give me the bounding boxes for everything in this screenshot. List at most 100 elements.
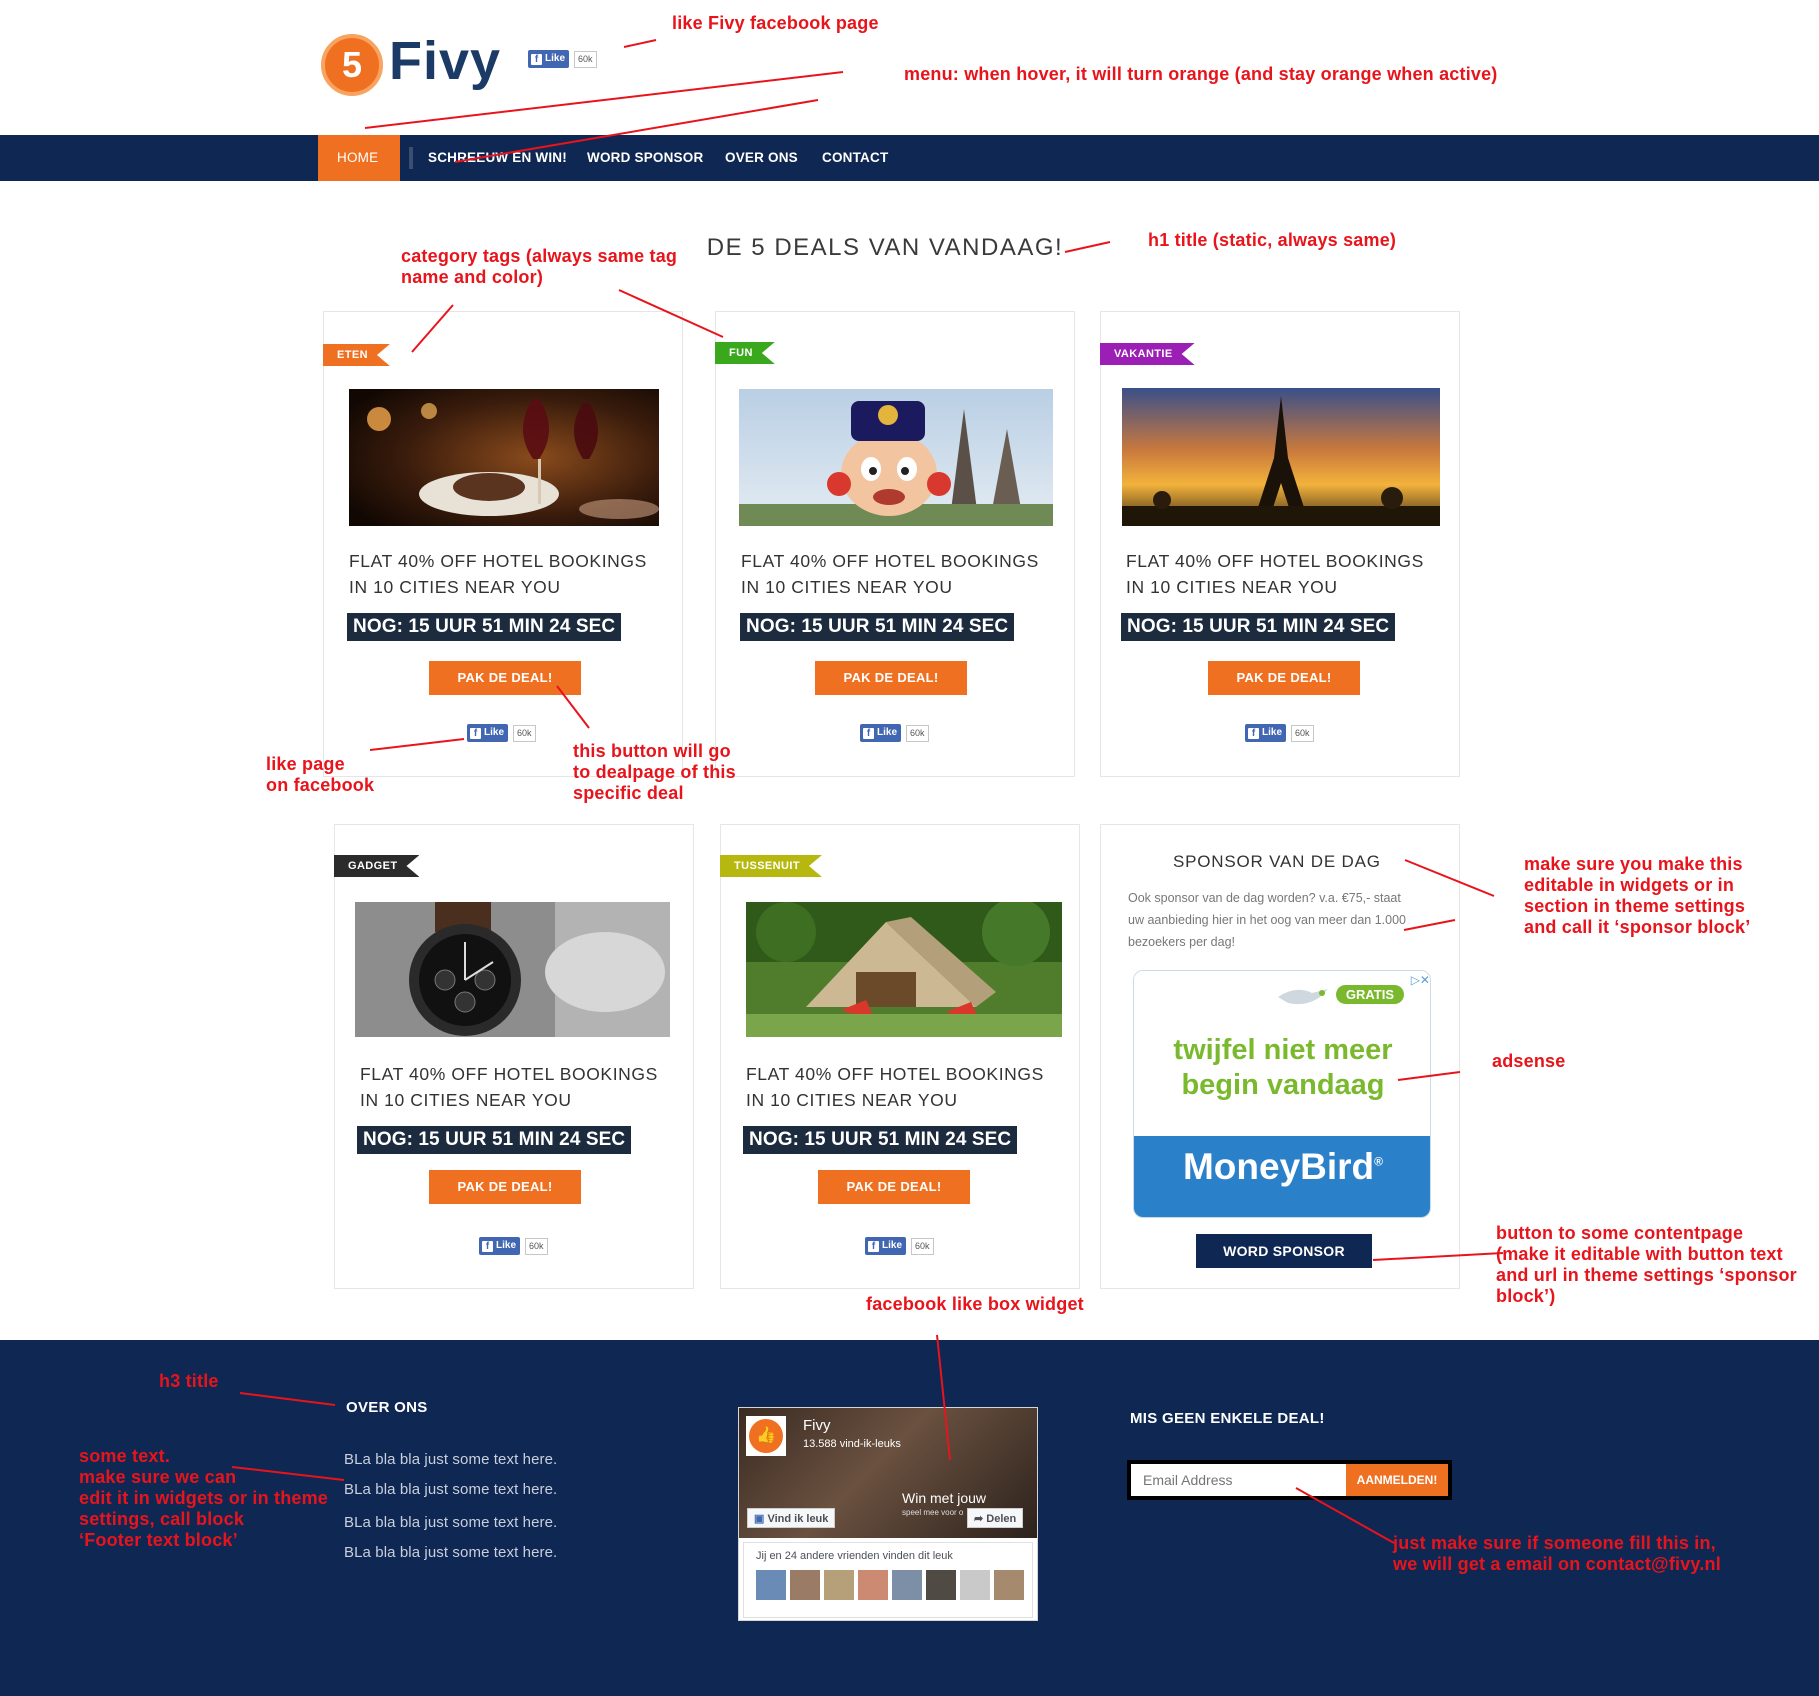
- nav-item-contact[interactable]: CONTACT: [822, 135, 888, 181]
- fb-like-button[interactable]: f Like: [860, 724, 902, 742]
- email-input[interactable]: [1131, 1464, 1346, 1496]
- deal-fb-like[interactable]: f Like 60k: [479, 1237, 548, 1255]
- friend-avatar[interactable]: [960, 1570, 990, 1600]
- deal-title-line: FLAT 40% OFF HOTEL BOOKINGS: [1126, 551, 1424, 571]
- friend-avatar[interactable]: [858, 1570, 888, 1600]
- friend-avatar[interactable]: [756, 1570, 786, 1600]
- sponsor-text-line: Ook sponsor van de dag worden? v.a. €75,…: [1128, 891, 1401, 905]
- annotation-line: edit it in widgets or in theme: [79, 1488, 329, 1508]
- deal-title: FLAT 40% OFF HOTEL BOOKINGS IN 10 CITIES …: [349, 548, 647, 600]
- ad-choices-icon[interactable]: ▷✕: [1411, 973, 1430, 987]
- annotation-line: (make it editable with button text: [1496, 1244, 1783, 1264]
- annotation-line: settings, call block: [79, 1509, 245, 1529]
- fb-like-label: Like: [545, 53, 566, 64]
- deal-title-line: IN 10 CITIES NEAR YOU: [349, 577, 561, 597]
- category-tag[interactable]: VAKANTIE: [1100, 343, 1195, 365]
- annotation-line: this button will go: [573, 741, 731, 761]
- deal-card: [334, 824, 694, 1289]
- deal-title: FLAT 40% OFF HOTEL BOOKINGS IN 10 CITIES …: [1126, 548, 1424, 600]
- annotation-line: we will get a email on contact@fivy.nl: [1393, 1554, 1721, 1574]
- deal-image-watch[interactable]: [355, 902, 670, 1037]
- fb-like-button[interactable]: f Like: [528, 50, 570, 68]
- fb-vind-ik-leuk-button[interactable]: ▣ Vind ik leuk: [747, 1508, 836, 1528]
- deal-title-line: FLAT 40% OFF HOTEL BOOKINGS: [360, 1064, 658, 1084]
- annotation-h3: h3 title: [159, 1371, 219, 1391]
- fb-like-button[interactable]: f Like: [479, 1237, 521, 1255]
- logo-icon[interactable]: 5: [321, 34, 383, 96]
- fb-like-button[interactable]: f Like: [1245, 724, 1287, 742]
- pak-de-deal-button[interactable]: PAK DE DEAL!: [818, 1170, 970, 1204]
- friend-avatar[interactable]: [994, 1570, 1024, 1600]
- friend-avatar[interactable]: [824, 1570, 854, 1600]
- deal-title-line: IN 10 CITIES NEAR YOU: [1126, 577, 1338, 597]
- footer-text-line: BLa bla bla just some text here.: [344, 1451, 558, 1468]
- deal-title: FLAT 40% OFF HOTEL BOOKINGS IN 10 CITIES …: [746, 1061, 1044, 1113]
- annotation-adsense: adsense: [1492, 1051, 1566, 1071]
- deal-fb-like[interactable]: f Like 60k: [860, 724, 929, 742]
- deal-fb-like[interactable]: f Like 60k: [1245, 724, 1314, 742]
- header-fb-like[interactable]: f Like 60k: [528, 50, 597, 68]
- deal-card: [323, 311, 683, 777]
- pak-de-deal-button[interactable]: PAK DE DEAL!: [1208, 661, 1360, 695]
- annotation-category: category tags (always same tag name and c…: [401, 246, 677, 288]
- fb-page-name[interactable]: Fivy: [803, 1417, 831, 1434]
- deal-title: FLAT 40% OFF HOTEL BOOKINGS IN 10 CITIES …: [360, 1061, 658, 1113]
- fb-like-button[interactable]: f Like: [467, 724, 509, 742]
- fb-friends-avatars: [756, 1570, 1024, 1600]
- nav-divider: [409, 147, 413, 169]
- pak-de-deal-button[interactable]: PAK DE DEAL!: [429, 661, 581, 695]
- word-sponsor-button[interactable]: WORD SPONSOR: [1196, 1234, 1372, 1268]
- category-tag[interactable]: TUSSENUIT: [720, 855, 822, 877]
- annotation-menu: menu: when hover, it will turn orange (a…: [904, 64, 1498, 84]
- ad-registered-mark: ®: [1374, 1154, 1384, 1169]
- fb-like-count: 60k: [911, 1237, 934, 1255]
- facebook-icon: f: [470, 727, 481, 739]
- nav-item-over-ons[interactable]: OVER ONS: [725, 135, 798, 181]
- nav-item-schreeuw-en-win[interactable]: SCHREEUW EN WIN!: [428, 135, 567, 181]
- newsletter-title: MIS GEEN ENKELE DEAL!: [1130, 1410, 1325, 1427]
- pak-de-deal-button[interactable]: PAK DE DEAL!: [429, 1170, 581, 1204]
- fb-like-count: 60k: [574, 50, 597, 68]
- ad-headline: twijfel niet meer begin vandaag: [1134, 1033, 1430, 1103]
- deal-title-line: IN 10 CITIES NEAR YOU: [360, 1090, 572, 1110]
- fb-delen-button[interactable]: ➦ Delen: [967, 1508, 1024, 1528]
- friend-avatar[interactable]: [926, 1570, 956, 1600]
- nav-item-home[interactable]: HOME: [318, 135, 400, 181]
- bird-icon: [1278, 989, 1328, 1005]
- facebook-like-box[interactable]: 👍 Fivy 13.588 vind-ik-leuks Win met jouw…: [738, 1407, 1038, 1621]
- friend-avatar[interactable]: [892, 1570, 922, 1600]
- nav-item-word-sponsor[interactable]: WORD SPONSOR: [587, 135, 703, 181]
- pak-de-deal-button[interactable]: PAK DE DEAL!: [815, 661, 967, 695]
- annotation-fb-box: facebook like box widget: [866, 1294, 1084, 1314]
- page: 5 Fivy f Like 60k HOME SCHREEUW EN WIN! W…: [0, 0, 1819, 1696]
- ad-brand: MoneyBird®: [1134, 1146, 1430, 1188]
- fb-like-label: Like: [484, 727, 505, 738]
- countdown-timer: NOG: 15 UUR 51 MIN 24 SEC: [347, 613, 622, 641]
- footer-text-line: BLa bla bla just some text here.: [344, 1481, 558, 1498]
- deal-image-paris[interactable]: [1122, 388, 1440, 526]
- deal-title-line: FLAT 40% OFF HOTEL BOOKINGS: [741, 551, 1039, 571]
- deal-image-dinner[interactable]: [349, 389, 659, 526]
- annotation-line: make sure we can: [79, 1467, 237, 1487]
- deal-fb-like[interactable]: f Like 60k: [467, 724, 536, 742]
- fb-page-avatar[interactable]: 👍: [746, 1416, 786, 1456]
- annotation-like-fivy: like Fivy facebook page: [672, 13, 879, 33]
- fb-cover-subtext: speel mee voor o: [902, 1508, 964, 1517]
- friend-avatar[interactable]: [790, 1570, 820, 1600]
- fb-like-button-label: Vind ik leuk: [767, 1513, 829, 1525]
- annotation-line: section in theme settings: [1524, 896, 1746, 916]
- ad-gratis-badge: GRATIS: [1335, 985, 1404, 1004]
- logo-text[interactable]: Fivy: [389, 30, 501, 92]
- countdown-timer: NOG: 15 UUR 51 MIN 24 SEC: [743, 1126, 1018, 1154]
- annotation-button: this button will go to dealpage of this sp…: [573, 741, 736, 804]
- deal-image-tent[interactable]: [746, 902, 1062, 1037]
- adsense-banner[interactable]: GRATIS twijfel niet meer begin vandaag ▷✕…: [1133, 970, 1431, 1218]
- fb-like-button[interactable]: f Like: [865, 1237, 907, 1255]
- deal-fb-like[interactable]: f Like 60k: [865, 1237, 934, 1255]
- fb-cover-text: Win met jouw: [902, 1490, 987, 1506]
- deal-image-mascot[interactable]: [739, 389, 1053, 526]
- annotation-line: just make sure if someone fill this in,: [1393, 1533, 1716, 1553]
- fb-share-button-label: Delen: [986, 1513, 1017, 1525]
- aanmelden-button[interactable]: AANMELDEN!: [1346, 1464, 1448, 1496]
- annotation-line: and url in theme settings ‘sponsor: [1496, 1265, 1797, 1285]
